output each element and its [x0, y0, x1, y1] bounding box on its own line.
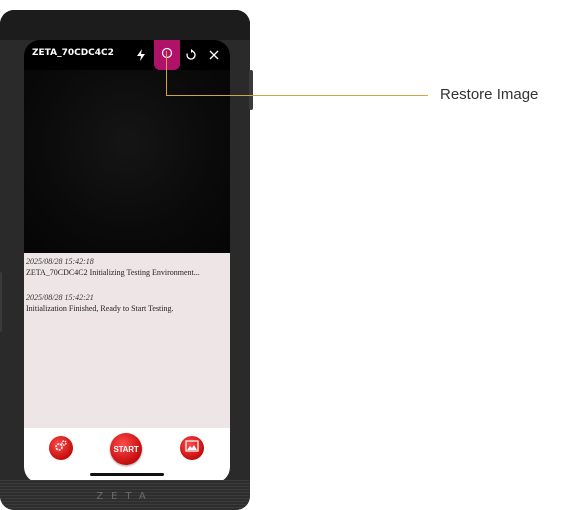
device-screen: ZETA_70CDC4C2 2025/08/28 15:42:18 ZETA_7…	[24, 40, 230, 483]
callout-line	[166, 95, 428, 96]
device-right-button	[249, 70, 253, 110]
callout-line	[166, 51, 167, 95]
image-icon	[185, 439, 199, 457]
close-icon[interactable]	[205, 46, 223, 64]
gear-icon	[53, 438, 69, 459]
device-top-bezel	[0, 10, 250, 40]
start-label: START	[113, 444, 139, 454]
circle-icon	[161, 46, 173, 64]
device-chin: ZETA	[0, 480, 250, 510]
restore-image-button[interactable]	[154, 40, 180, 70]
log-timestamp: 2025/08/28 15:42:18	[26, 257, 94, 266]
camera-preview	[24, 70, 230, 253]
brand-logo: ZETA	[96, 491, 154, 502]
log-message: Initialization Finished, Ready to Start …	[26, 304, 174, 313]
callout-label: Restore Image	[440, 86, 539, 103]
settings-button[interactable]	[49, 436, 73, 460]
device-title: ZETA_70CDC4C2	[32, 48, 114, 58]
start-button[interactable]: START	[110, 433, 142, 465]
log-message: ZETA_70CDC4C2 Initializing Testing Envir…	[26, 268, 200, 277]
log-timestamp: 2025/08/28 15:42:21	[26, 293, 94, 302]
flash-icon[interactable]	[132, 46, 150, 64]
device-side-button	[0, 272, 2, 332]
top-bar: ZETA_70CDC4C2	[24, 40, 230, 70]
bottom-controls: START	[24, 428, 230, 483]
home-indicator[interactable]	[90, 473, 164, 476]
phone-device: ZETA_70CDC4C2 2025/08/28 15:42:18 ZETA_7…	[0, 10, 253, 510]
log-panel: 2025/08/28 15:42:18 ZETA_70CDC4C2 Initia…	[24, 253, 230, 428]
log-entry: 2025/08/28 15:42:18 ZETA_70CDC4C2 Initia…	[26, 257, 200, 277]
log-entry: 2025/08/28 15:42:21 Initialization Finis…	[26, 293, 174, 313]
gallery-button[interactable]	[180, 436, 204, 460]
rotate-icon[interactable]	[182, 46, 200, 64]
